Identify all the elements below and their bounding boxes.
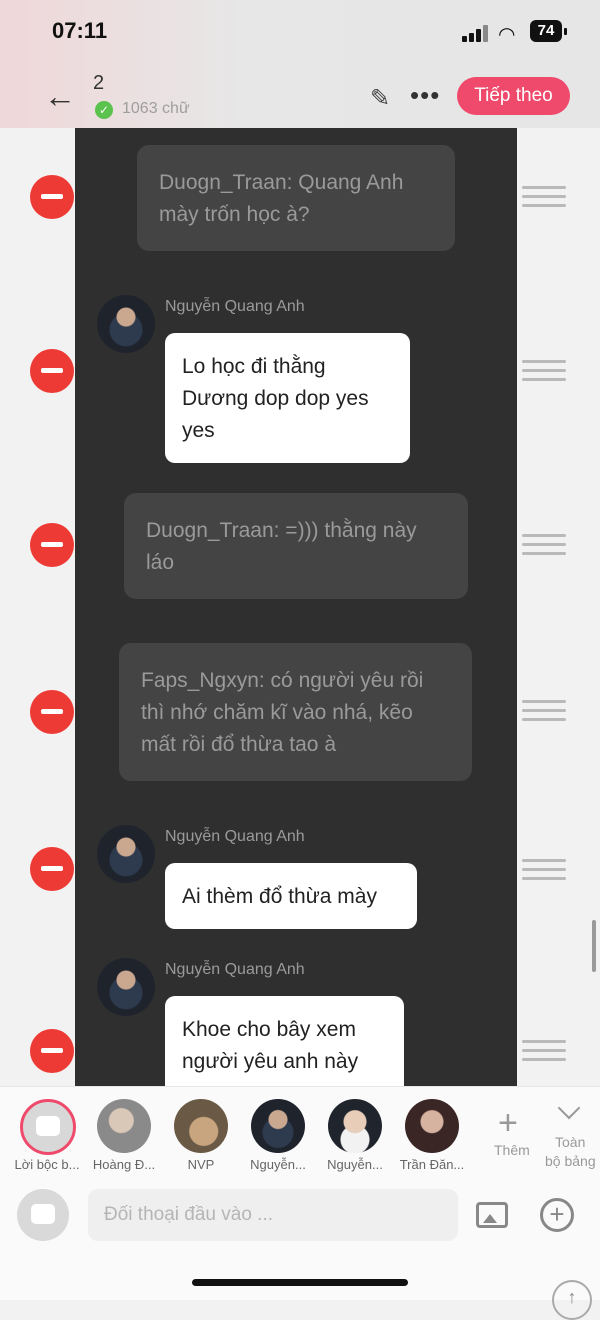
character-avatar[interactable] [97,1099,151,1153]
pencil-icon[interactable]: ✎ [370,84,390,113]
scroll-up-icon[interactable]: ↑ [552,1280,592,1320]
character-label: Trần Đăn... [399,1157,465,1172]
back-arrow-icon[interactable]: ← [44,78,80,114]
check-icon: ✓ [95,101,113,119]
narration-bubble[interactable]: Duogn_Traan: Quang Anh mày trốn học à? [137,145,455,251]
drag-handle-icon[interactable] [522,534,566,556]
chapter-number: 2 [93,72,105,94]
drag-handle-icon[interactable] [522,1040,566,1062]
chevron-down-icon[interactable] [557,1096,583,1126]
character-avatar[interactable] [174,1099,228,1153]
next-button[interactable]: Tiếp theo [457,77,570,115]
drag-handle-icon[interactable] [522,859,566,881]
character-label: Lời bộc b... [14,1157,80,1172]
add-character-label: Thêm [494,1142,530,1158]
speaker-name: Nguyễn Quang Anh [165,828,305,845]
character-label: Nguyễn... [250,1157,306,1172]
character-label: NVP [187,1157,215,1172]
character-avatar[interactable] [251,1099,305,1153]
wifi-icon: ◠ [498,24,516,46]
story-panel [75,128,517,1086]
dialogue-input-placeholder: Đối thoại đầu vào ... [104,1204,273,1225]
delete-icon[interactable] [30,690,74,734]
delete-icon[interactable] [30,847,74,891]
battery-icon: 74 [530,20,562,42]
narration-toggle-button[interactable] [17,1189,69,1241]
home-indicator [192,1279,408,1286]
delete-icon[interactable] [30,175,74,219]
scrollbar[interactable] [592,920,596,972]
full-board-label-2: bộ bảng [545,1153,596,1169]
dialogue-bubble[interactable]: Ai thèm đổ thừa mày [165,863,417,929]
character-label: Nguyễn... [327,1157,383,1172]
more-icon[interactable]: ••• [410,80,440,111]
speaker-name: Nguyễn Quang Anh [165,298,305,315]
speaker-name: Nguyễn Quang Anh [165,961,305,978]
delete-icon[interactable] [30,1029,74,1073]
word-count: 1063 chữ [122,100,190,117]
character-avatar[interactable] [405,1099,459,1153]
add-character-icon[interactable]: + [498,1106,518,1140]
delete-icon[interactable] [30,523,74,567]
add-circle-icon[interactable]: + [540,1198,574,1232]
chat-bubble-icon [31,1204,55,1224]
avatar [97,295,155,353]
narration-bubble[interactable]: Faps_Ngxyn: có người yêu rồi thì nhớ chă… [119,643,472,781]
image-icon[interactable] [476,1202,508,1228]
drag-handle-icon[interactable] [522,700,566,722]
avatar [97,825,155,883]
narration-character[interactable] [20,1099,76,1155]
drag-handle-icon[interactable] [522,360,566,382]
status-time: 07:11 [52,18,108,43]
character-label: Hoàng Đ... [92,1157,156,1172]
chat-bubble-icon [36,1116,60,1136]
signal-icon [462,24,490,42]
dialogue-bubble[interactable]: Lo học đi thằng Dương dop dop yes yes [165,333,410,463]
battery-tip [564,28,567,35]
full-board-label-1: Toàn [555,1134,586,1150]
status-bar: 07:11 ◠ 74 [0,0,600,64]
drag-handle-icon[interactable] [522,186,566,208]
avatar [97,958,155,1016]
character-avatar[interactable] [328,1099,382,1153]
narration-bubble[interactable]: Duogn_Traan: =))) thằng này láo [124,493,468,599]
delete-icon[interactable] [30,349,74,393]
